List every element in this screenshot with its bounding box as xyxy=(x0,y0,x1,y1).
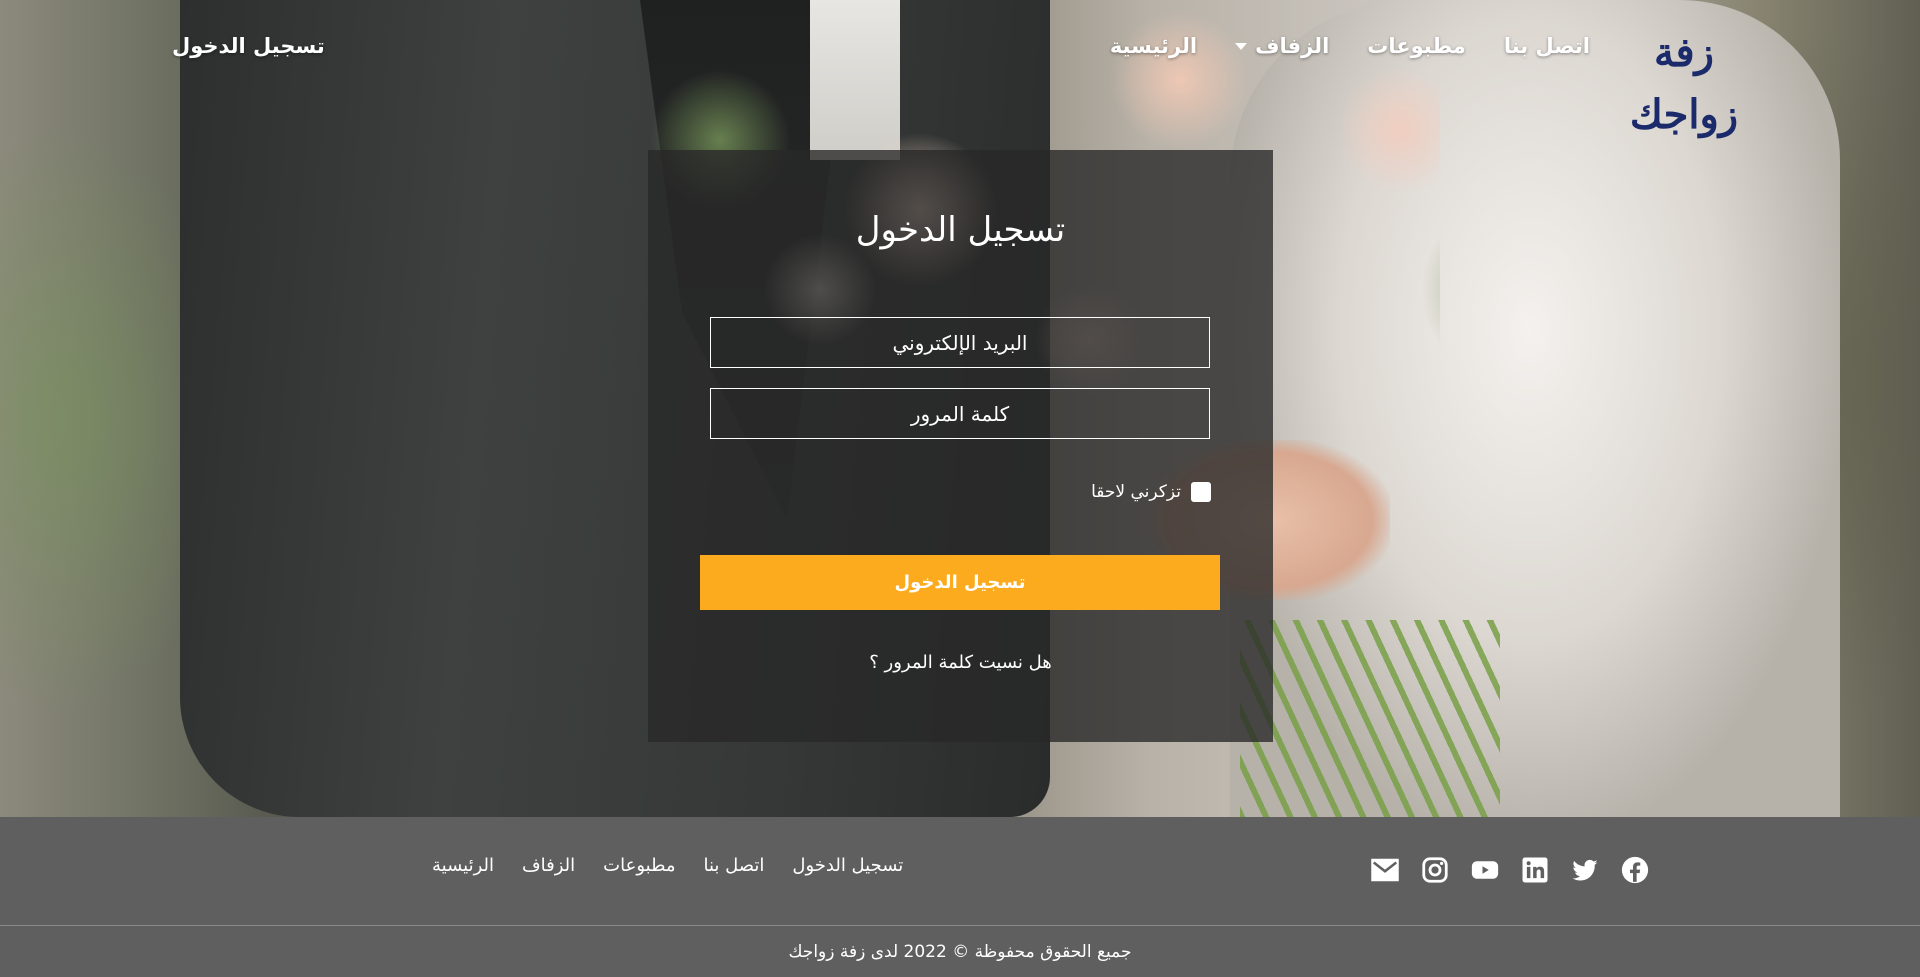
site-logo[interactable]: زفة زواجك xyxy=(1604,22,1764,138)
remember-me-label: تزكرني لاحقا xyxy=(1091,482,1181,502)
footer: الرئيسية الزفاف مطبوعات اتصل بنا تسجيل ا… xyxy=(0,817,1920,925)
password-input[interactable] xyxy=(710,388,1210,439)
instagram-icon[interactable] xyxy=(1420,855,1450,885)
bouquet-stems xyxy=(1240,620,1500,817)
footer-link-contact[interactable]: اتصل بنا xyxy=(703,855,764,876)
remember-me-checkbox[interactable] xyxy=(1191,482,1211,502)
nav-login-link[interactable]: تسجيل الدخول xyxy=(172,34,325,58)
nav-link-home[interactable]: الرئيسية xyxy=(1110,34,1197,58)
linkedin-icon[interactable] xyxy=(1520,855,1550,885)
remember-me[interactable]: تزكرني لاحقا xyxy=(1091,482,1211,502)
footer-link-wedding[interactable]: الزفاف xyxy=(522,855,575,876)
twitter-icon[interactable] xyxy=(1570,855,1600,885)
nav-link-wedding-dropdown[interactable]: الزفاف xyxy=(1235,34,1329,58)
social-icons xyxy=(1370,855,1650,885)
login-card: تسجيل الدخول تزكرني لاحقا تسجيل الدخول ه… xyxy=(648,150,1273,742)
nav-link-home-label: الرئيسية xyxy=(1109,34,1198,58)
email-input[interactable] xyxy=(710,317,1210,368)
chevron-down-icon xyxy=(1235,42,1248,50)
footer-bottom-bar: جميع الحقوق محفوظة © 2022 لدى زفة زواجك xyxy=(0,926,1920,977)
copyright-text: جميع الحقوق محفوظة © 2022 لدى زفة زواجك xyxy=(788,941,1132,962)
footer-links: الرئيسية الزفاف مطبوعات اتصل بنا تسجيل ا… xyxy=(432,855,903,876)
forgot-password-link[interactable]: هل نسيت كلمة المرور ؟ xyxy=(648,652,1273,673)
footer-link-home[interactable]: الرئيسية xyxy=(432,855,494,876)
login-submit-button[interactable]: تسجيل الدخول xyxy=(700,555,1220,610)
youtube-icon[interactable] xyxy=(1470,855,1500,885)
nav-link-prints[interactable]: مطبوعات xyxy=(1367,34,1466,58)
login-title: تسجيل الدخول xyxy=(855,210,1066,250)
nav-link-prints-label: مطبوعات xyxy=(1367,34,1466,58)
footer-link-login[interactable]: تسجيل الدخول xyxy=(792,855,903,876)
nav-link-contact[interactable]: اتصل بنا xyxy=(1504,34,1590,58)
email-icon[interactable] xyxy=(1370,855,1400,885)
facebook-icon[interactable] xyxy=(1620,855,1650,885)
nav-link-contact-label: اتصل بنا xyxy=(1503,34,1590,58)
top-navbar: زفة زواجك الرئيسية الزفاف مطبوعات اتصل ب… xyxy=(0,0,1920,138)
footer-link-prints[interactable]: مطبوعات xyxy=(603,855,675,876)
nav-links: الرئيسية الزفاف مطبوعات اتصل بنا xyxy=(1110,34,1590,58)
nav-link-wedding-label: الزفاف xyxy=(1255,34,1330,58)
